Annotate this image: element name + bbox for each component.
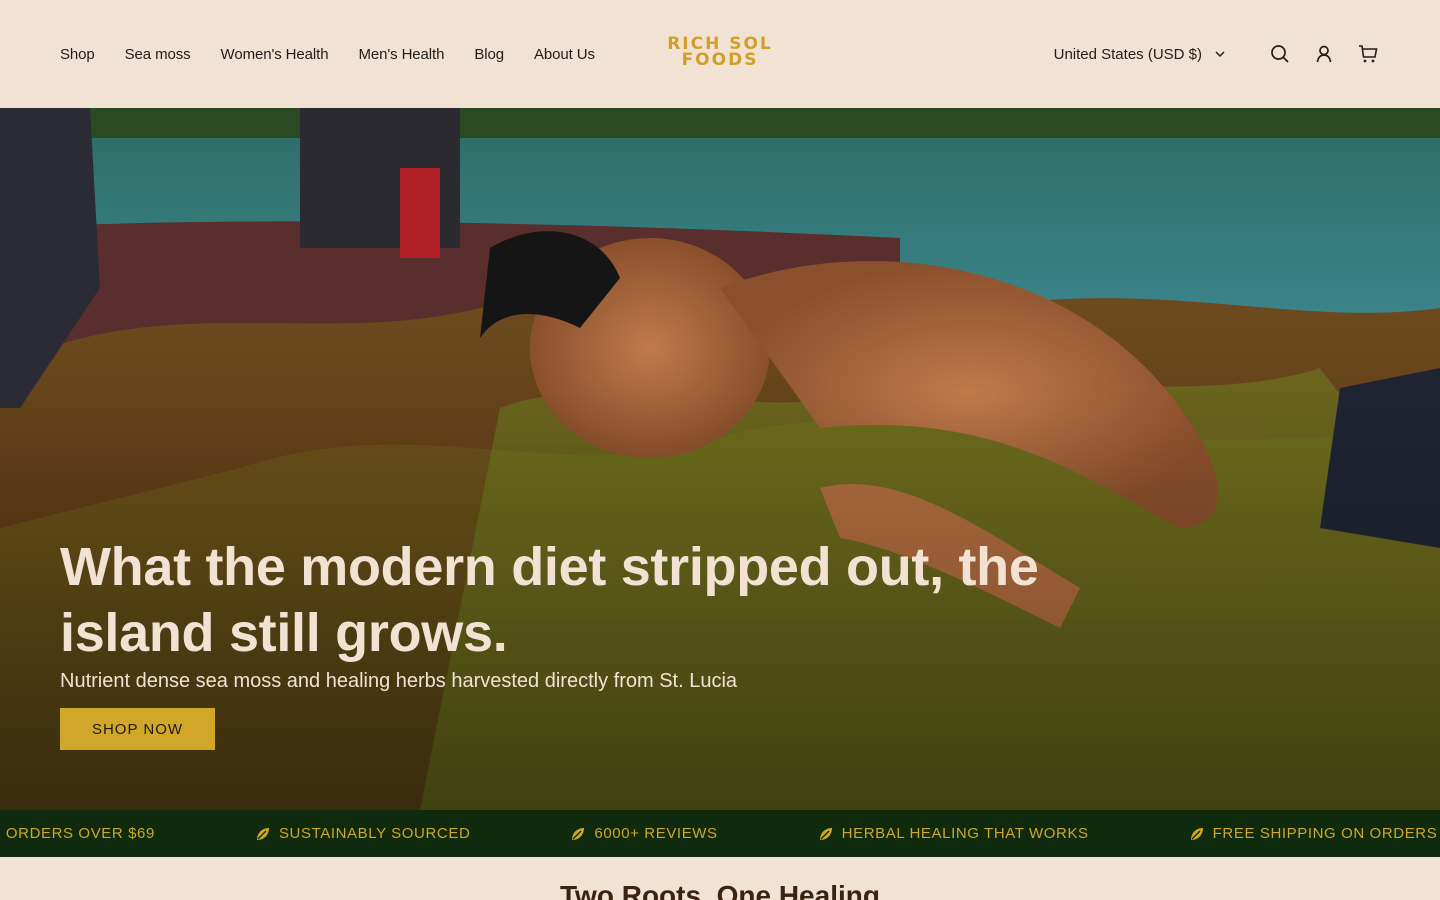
marquee-item-label: FREE SHIPPING ON ORDERS OVER $69 [0,825,155,842]
chevron-down-icon [1214,48,1226,60]
marquee-item: FREE SHIPPING ON ORDERS OVER $69 [0,825,155,842]
site-logo[interactable]: RICH SOL FOODS [662,36,778,70]
marquee-item-label: FREE SHIPPING ON ORDERS OVER $69 [1212,825,1440,842]
nav-item-mens-health[interactable]: Men's Health [358,46,444,63]
marquee-item: 6000+ REVIEWS [570,825,717,842]
user-icon[interactable] [1312,42,1336,66]
marquee-item: SUSTAINABLY SOURCED [255,825,470,842]
nav-item-about-us[interactable]: About Us [534,46,595,63]
logo-line-2: FOODS [681,50,759,70]
shop-now-button[interactable]: SHOP NOW [60,708,215,750]
leaf-icon [570,826,586,842]
country-selector[interactable]: United States (USD $) [1054,46,1226,63]
hero-overlay [0,108,1440,810]
leaf-icon [255,826,271,842]
hero-title: What the modern diet stripped out, the i… [60,537,1039,663]
marquee-item-label: SUSTAINABLY SOURCED [278,825,471,842]
marquee-item-label: 6000+ REVIEWS [594,825,718,842]
leaf-icon [1189,826,1205,842]
announcement-marquee: FREE SHIPPING ON ORDERS OVER $69 SUSTAIN… [0,810,1440,857]
hero-banner: What the modern diet stripped out, the i… [0,108,1440,810]
nav-item-sea-moss[interactable]: Sea moss [125,46,191,63]
nav-item-shop[interactable]: Shop [60,46,95,63]
nav-item-womens-health[interactable]: Women's Health [221,46,329,63]
hero-subtitle: Nutrient dense sea moss and healing herb… [60,670,738,692]
leaf-icon [818,826,834,842]
marquee-track: FREE SHIPPING ON ORDERS OVER $69 SUSTAIN… [0,810,1440,857]
header-tools: United States (USD $) [1054,0,1380,108]
marquee-item-label: HERBAL HEALING THAT WORKS [841,825,1089,842]
site-header: Shop Sea moss Women's Health Men's Healt… [0,0,1440,108]
marquee-item: FREE SHIPPING ON ORDERS OVER $69 [1189,825,1440,842]
section-title: Two Roots. One Healing [560,880,880,900]
cart-icon[interactable] [1356,42,1380,66]
nav-item-blog[interactable]: Blog [474,46,504,63]
country-selector-label: United States (USD $) [1053,45,1202,63]
marquee-item: HERBAL HEALING THAT WORKS [818,825,1089,842]
main-nav: Shop Sea moss Women's Health Men's Healt… [60,0,595,108]
search-icon[interactable] [1268,42,1292,66]
